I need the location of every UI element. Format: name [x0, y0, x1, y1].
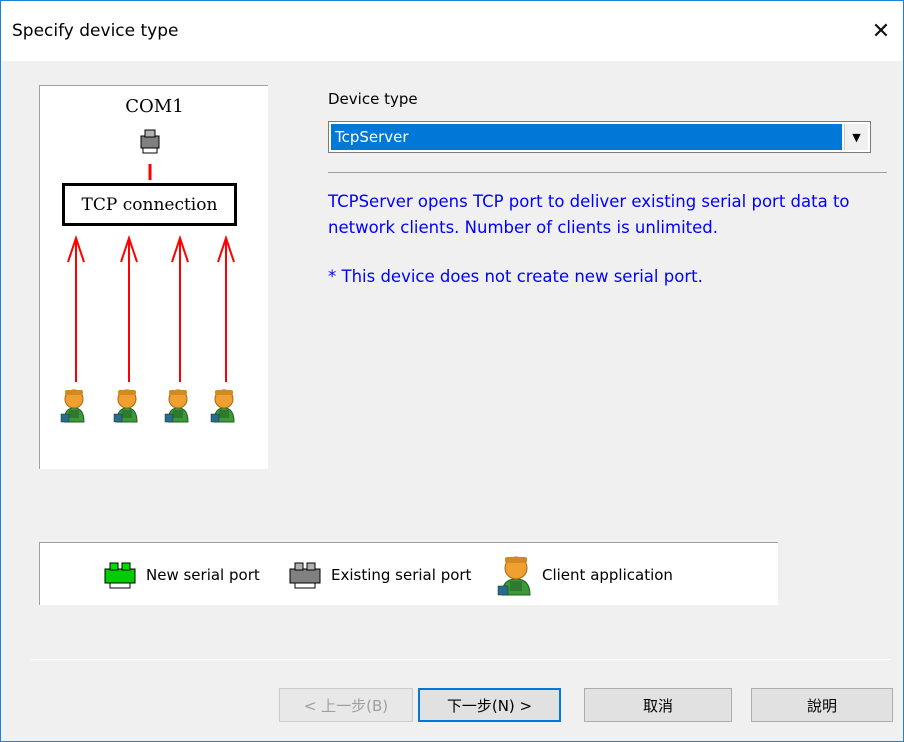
legend-new-port-label: New serial port [146, 565, 260, 584]
client-legend-icon [497, 556, 531, 595]
back-button[interactable]: < 上一步(B) [279, 688, 413, 722]
close-button[interactable]: ✕ [859, 11, 903, 51]
new-port-icon [104, 562, 136, 588]
client-icon [60, 389, 85, 423]
device-note: * This device does not create new serial… [328, 267, 703, 286]
legend-existing-port: Existing serial port [287, 543, 471, 606]
client-icon [113, 389, 138, 423]
dialog-title: Specify device type [12, 21, 179, 41]
device-type-select[interactable]: TcpServer ▼ [328, 121, 871, 153]
existing-port-legend-icon [289, 562, 321, 588]
divider [328, 172, 887, 173]
help-button[interactable]: 說明 [751, 688, 893, 722]
existing-port-icon [140, 129, 160, 154]
title-bar: Specify device type ✕ [1, 1, 903, 61]
device-type-selected-value: TcpServer [331, 124, 842, 150]
tcp-connection-box: TCP connection [62, 183, 237, 226]
device-diagram: COM1 TCP connection [39, 85, 268, 469]
next-button[interactable]: 下一步(N) > [418, 688, 561, 722]
close-icon: ✕ [871, 18, 891, 44]
device-description: TCPServer opens TCP port to deliver exis… [328, 192, 850, 237]
device-type-label: Device type [328, 90, 418, 108]
client-icon [164, 389, 189, 423]
legend-panel: New serial port Existing serial port Cli… [39, 542, 778, 605]
divider [31, 659, 891, 660]
cancel-button[interactable]: 取消 [584, 688, 732, 722]
legend-new-port: New serial port [102, 543, 260, 606]
diagram-graphics [60, 129, 235, 423]
dropdown-arrow-icon[interactable]: ▼ [844, 124, 868, 150]
legend-client-label: Client application [542, 565, 673, 584]
legend-existing-port-label: Existing serial port [331, 565, 472, 584]
dialog-window: Specify device type ✕ COM1 TCP connectio… [0, 0, 904, 742]
client-icon [210, 389, 235, 423]
legend-client: Client application [496, 543, 673, 606]
